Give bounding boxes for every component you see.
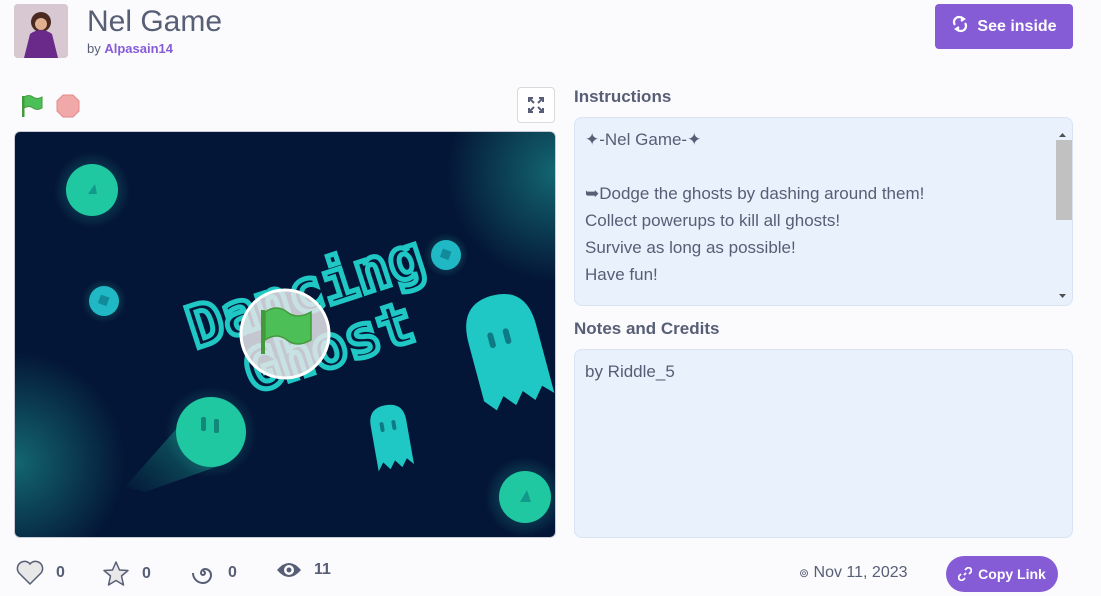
project-title: Nel Game xyxy=(87,5,223,38)
instructions-line: Collect powerups to kill all ghosts! xyxy=(585,211,841,230)
instructions-line xyxy=(585,153,1062,180)
remix-arrows-icon xyxy=(951,15,969,38)
orb-top-left xyxy=(54,152,130,228)
notes-heading: Notes and Credits xyxy=(574,319,720,338)
star-icon xyxy=(103,561,129,586)
orb-bottom-right xyxy=(485,457,555,537)
project-byline: by Alpasain14 xyxy=(87,41,173,56)
by-prefix: by xyxy=(87,41,101,56)
see-inside-button[interactable]: See inside xyxy=(935,4,1073,49)
stop-sign-icon xyxy=(56,94,80,118)
date-icon: ⊚ xyxy=(799,566,810,580)
shared-date: ⊚ Nov 11, 2023 xyxy=(799,564,908,582)
love-stat[interactable]: 0 xyxy=(16,560,65,586)
love-count: 0 xyxy=(56,564,65,581)
instructions-line: Have fun! xyxy=(585,265,658,284)
heart-icon xyxy=(16,560,44,586)
remix-stat: 0 xyxy=(190,560,237,586)
instructions-line: ✦-Nel Game-✦ xyxy=(585,130,702,149)
favorite-count: 0 xyxy=(142,565,151,582)
green-flag-button[interactable] xyxy=(19,94,45,118)
fullscreen-icon xyxy=(528,97,544,113)
instructions-textbox[interactable]: ✦-Nel Game-✦ ➥Dodge the ghosts by dashin… xyxy=(574,117,1073,306)
copy-link-button[interactable]: Copy Link xyxy=(946,556,1058,592)
instructions-line: Survive as long as possible! xyxy=(585,238,796,257)
view-stat: 11 xyxy=(276,560,331,580)
stage-start-button[interactable] xyxy=(239,288,331,380)
instructions-heading: Instructions xyxy=(574,87,672,106)
scroll-down-icon[interactable] xyxy=(1055,290,1070,302)
orb-small-right xyxy=(424,233,468,277)
ghost-large xyxy=(466,294,555,411)
player-character xyxy=(125,386,257,492)
instructions-scrollbar[interactable] xyxy=(1055,122,1072,302)
author-avatar[interactable] xyxy=(14,4,68,58)
copy-link-label: Copy Link xyxy=(978,566,1046,582)
fullscreen-button[interactable] xyxy=(517,87,555,123)
notes-text: by Riddle_5 xyxy=(585,362,675,381)
favorite-stat[interactable]: 0 xyxy=(102,560,151,588)
project-stage[interactable]: Dancing Ghost xyxy=(14,131,556,538)
remix-count: 0 xyxy=(228,564,237,581)
notes-textbox[interactable]: by Riddle_5 xyxy=(574,349,1073,538)
stop-button[interactable] xyxy=(55,94,81,118)
see-inside-label: See inside xyxy=(977,17,1057,35)
link-icon xyxy=(958,567,973,581)
green-flag-icon xyxy=(22,95,43,117)
scroll-thumb[interactable] xyxy=(1056,140,1072,220)
view-count: 11 xyxy=(314,561,331,578)
date-text: Nov 11, 2023 xyxy=(813,564,908,581)
eye-icon xyxy=(277,563,301,577)
remix-spiral-icon xyxy=(192,567,213,585)
author-link[interactable]: Alpasain14 xyxy=(104,41,173,56)
ghost-small xyxy=(370,404,414,472)
orb-small-left xyxy=(82,279,126,323)
instructions-line: ➥Dodge the ghosts by dashing around them… xyxy=(585,184,925,203)
